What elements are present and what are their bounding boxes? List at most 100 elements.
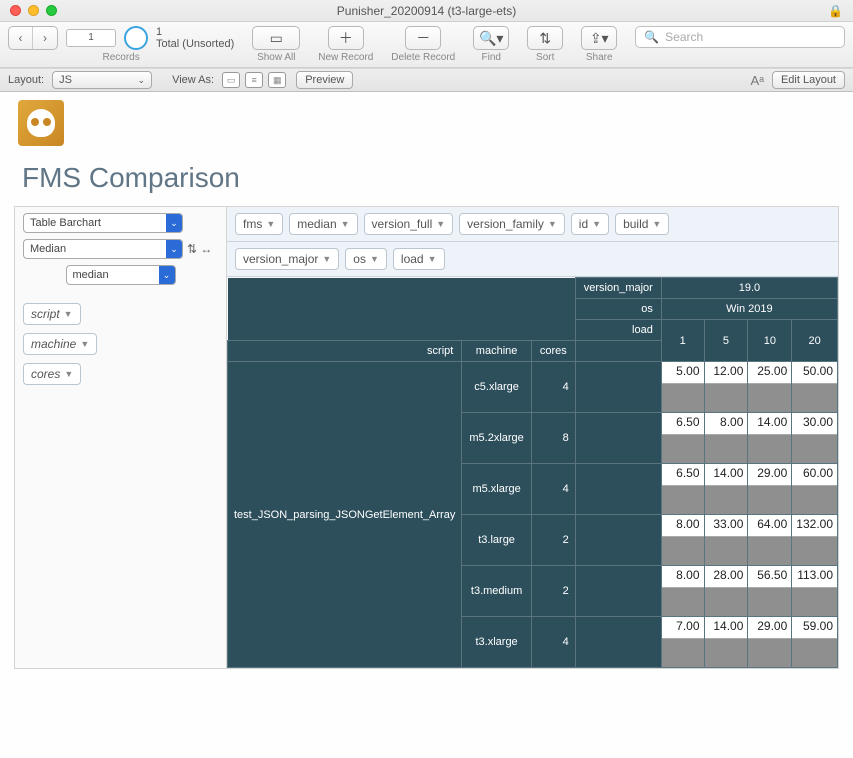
layout-select[interactable]: JS⌄	[52, 71, 152, 89]
search-placeholder: Search	[665, 30, 703, 44]
filter-machine[interactable]: machine▼	[23, 333, 97, 355]
pill-fms[interactable]: fms▼	[235, 213, 283, 235]
cores-value: 4	[531, 362, 575, 413]
pill-build[interactable]: build▼	[615, 213, 669, 235]
pill-version_full[interactable]: version_full▼	[364, 213, 454, 235]
pill-os[interactable]: os▼	[345, 248, 387, 270]
value-cell: 14.00	[748, 413, 792, 464]
nav-buttons[interactable]: ‹ ›	[8, 26, 58, 50]
value-cell: 12.00	[704, 362, 748, 413]
spacer	[575, 362, 661, 413]
metric-select[interactable]: median⌄	[66, 265, 176, 285]
view-list-icon[interactable]: ≡	[245, 72, 263, 88]
find-label: Find	[481, 52, 500, 63]
machine-value: t3.medium	[462, 566, 532, 617]
col-cores-label: cores	[531, 341, 575, 362]
value-cell: 59.00	[792, 617, 838, 668]
value-cell: 7.00	[661, 617, 704, 668]
pill-version_family[interactable]: version_family▼	[459, 213, 565, 235]
delete-record-label: Delete Record	[391, 52, 455, 63]
toolbar: ‹ › 1 1 Total (Unsorted) Records ▭ Show …	[0, 22, 853, 68]
nav-back-icon[interactable]: ‹	[9, 27, 33, 49]
share-label: Share	[586, 52, 613, 63]
value-cell: 33.00	[704, 515, 748, 566]
main-frame: Table Barchart⌄ Median⌄ ⇅ ↔ median⌄ scri…	[14, 206, 839, 669]
machine-value: m5.2xlarge	[462, 413, 532, 464]
filter-cores[interactable]: cores▼	[23, 363, 81, 385]
machine-value: t3.xlarge	[462, 617, 532, 668]
view-form-icon[interactable]: ▭	[222, 72, 240, 88]
format-text-icon[interactable]: Aᵃ	[750, 73, 764, 88]
data-area: fms▼ median▼ version_full▼version_family▼ i…	[227, 207, 838, 668]
record-number-field[interactable]: 1	[66, 29, 116, 47]
sort-label: Sort	[536, 52, 554, 63]
search-icon: 🔍	[644, 30, 659, 44]
value-cell: 6.50	[661, 413, 704, 464]
script-value: test_JSON_parsing_JSONGetElement_Array	[228, 362, 462, 668]
edit-layout-button[interactable]: Edit Layout	[772, 71, 845, 89]
new-record-label: New Record	[318, 52, 373, 63]
viewas-label: View As:	[172, 74, 214, 86]
value-cell: 14.00	[704, 464, 748, 515]
aggregation-value: Median	[30, 243, 66, 255]
new-record-button[interactable]: ＋	[328, 26, 364, 50]
swap-axes-icon[interactable]: ⇅ ↔	[187, 242, 212, 256]
view-table-icon[interactable]: ▦	[268, 72, 286, 88]
value-cell: 8.00	[661, 566, 704, 617]
value-cell: 64.00	[748, 515, 792, 566]
spacer	[575, 464, 661, 515]
lock-icon: 🔒	[828, 4, 843, 18]
chart-type-select[interactable]: Table Barchart⌄	[23, 213, 183, 233]
nav-forward-icon[interactable]: ›	[33, 27, 57, 49]
page-title: FMS Comparison	[0, 146, 853, 206]
records-label: Records	[103, 52, 140, 63]
record-count: 1	[156, 26, 234, 38]
aggregation-select[interactable]: Median⌄	[23, 239, 183, 259]
pie-icon[interactable]	[124, 26, 148, 50]
cores-value: 2	[531, 566, 575, 617]
share-button[interactable]: ⇪▾	[581, 26, 617, 50]
find-button[interactable]: 🔍▾	[473, 26, 509, 50]
left-panel: Table Barchart⌄ Median⌄ ⇅ ↔ median⌄ scri…	[15, 207, 227, 668]
search-input[interactable]: 🔍 Search	[635, 26, 845, 48]
spacer	[575, 617, 661, 668]
value-cell: 132.00	[792, 515, 838, 566]
titlebar: Punisher_20200914 (t3-large-ets) 🔒	[0, 0, 853, 22]
column-pills-row2: version_major▼ os▼ load▼	[227, 242, 838, 277]
value-cell: 56.50	[748, 566, 792, 617]
sort-button[interactable]: ⇅	[527, 26, 563, 50]
pill-id[interactable]: id▼	[571, 213, 609, 235]
load-5: 5	[704, 320, 748, 362]
pill-version_major[interactable]: version_major▼	[235, 248, 339, 270]
show-all-button[interactable]: ▭	[252, 26, 300, 50]
load-10: 10	[748, 320, 792, 362]
value-cell: 6.50	[661, 464, 704, 515]
cores-value: 4	[531, 617, 575, 668]
col-script-label: script	[228, 341, 462, 362]
show-all-label: Show All	[257, 52, 295, 63]
load-20: 20	[792, 320, 838, 362]
cores-value: 4	[531, 464, 575, 515]
col-version-major-label: version_major	[575, 278, 661, 299]
filter-script[interactable]: script▼	[23, 303, 81, 325]
col-machine-label: machine	[462, 341, 532, 362]
content: FMS Comparison Table Barchart⌄ Median⌄ ⇅…	[0, 92, 853, 758]
spacer	[575, 413, 661, 464]
record-status: Total (Unsorted)	[156, 38, 234, 50]
value-cell: 30.00	[792, 413, 838, 464]
os-value: Win 2019	[661, 299, 837, 320]
pill-load[interactable]: load▼	[393, 248, 445, 270]
app-logo	[18, 100, 64, 146]
delete-record-button[interactable]: －	[405, 26, 441, 50]
value-cell: 25.00	[748, 362, 792, 413]
pill-median[interactable]: median▼	[289, 213, 357, 235]
machine-value: m5.xlarge	[462, 464, 532, 515]
value-cell: 50.00	[792, 362, 838, 413]
value-cell: 14.00	[704, 617, 748, 668]
table-row: test_JSON_parsing_JSONGetElement_Arrayc5…	[228, 362, 838, 413]
col-os-label: os	[575, 299, 661, 320]
preview-button[interactable]: Preview	[296, 71, 353, 89]
pivot-table: version_major 19.0 os Win 2019 load 1 5 …	[227, 277, 838, 668]
version-major-value: 19.0	[661, 278, 837, 299]
cores-value: 8	[531, 413, 575, 464]
